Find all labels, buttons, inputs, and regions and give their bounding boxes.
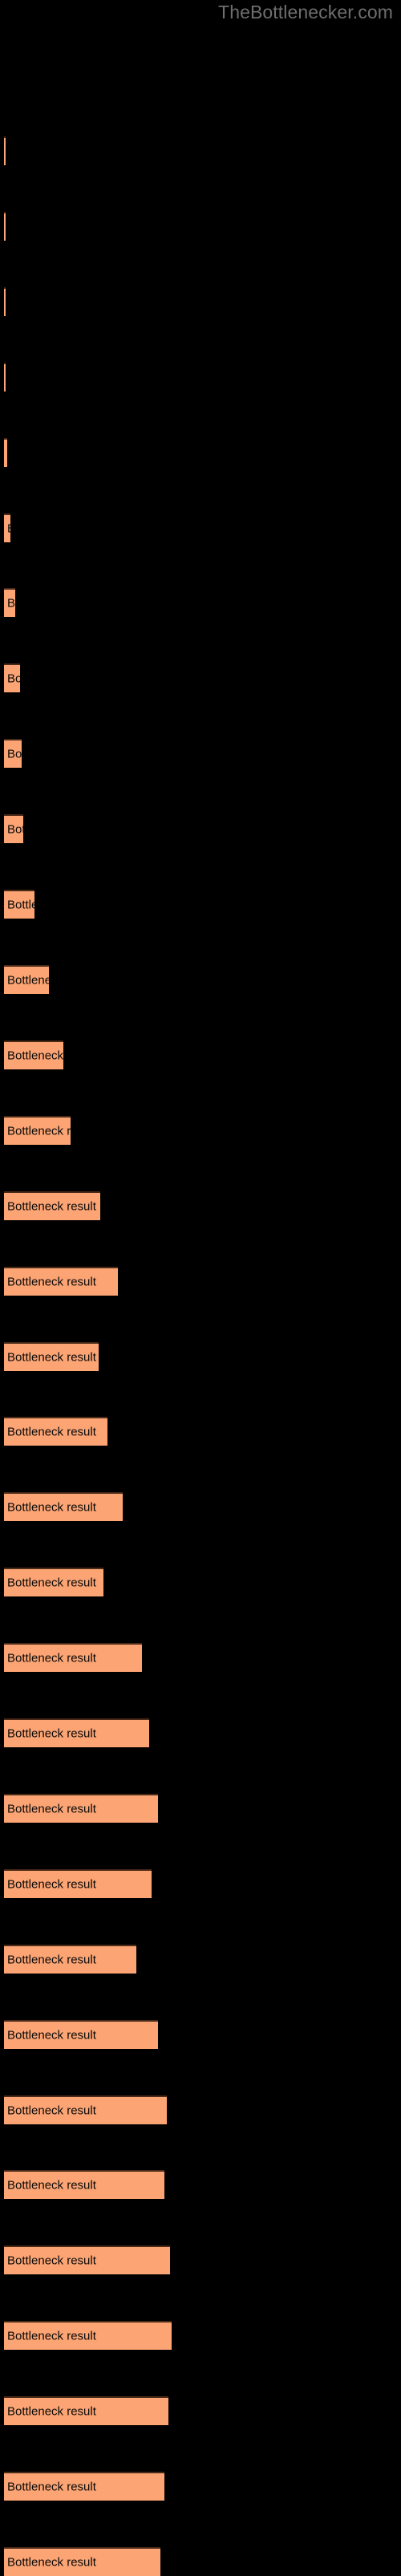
bar[interactable]: Bottleneck result	[4, 1191, 100, 1220]
bar-label: Bottleneck result	[7, 2253, 96, 2268]
bar[interactable]: Bottleneck result	[4, 513, 10, 542]
bar[interactable]: Bottleneck result	[4, 1868, 152, 1898]
bar[interactable]: Bottleneck result	[4, 136, 6, 165]
bar[interactable]: Bottleneck result	[4, 1115, 71, 1145]
bar[interactable]: Bottleneck result	[4, 663, 20, 693]
bar[interactable]: Bottleneck result	[4, 2170, 164, 2200]
bar[interactable]: Bottleneck result	[4, 1793, 158, 1823]
bar[interactable]: Bottleneck result	[4, 2019, 158, 2049]
chart-page: TheBottlenecker.com Bottleneck resultBot…	[0, 0, 401, 2576]
bar[interactable]: Bottleneck result	[4, 1266, 118, 1296]
bar[interactable]: Bottleneck result	[4, 739, 22, 769]
bar-label: Bottleneck result	[7, 596, 15, 611]
bar-label: Bottleneck result	[7, 898, 34, 912]
bar[interactable]: Bottleneck result	[4, 964, 49, 994]
bar[interactable]: Bottleneck result	[4, 2095, 167, 2124]
bar[interactable]: Bottleneck result	[4, 286, 6, 316]
bar-label: Bottleneck result	[7, 747, 22, 761]
bar-label: Bottleneck result	[7, 2404, 96, 2419]
bar[interactable]: Bottleneck result	[4, 1944, 136, 1974]
bar[interactable]: Bottleneck result	[4, 2472, 164, 2501]
bar-label: Bottleneck result	[7, 2178, 96, 2193]
bar-label: Bottleneck result	[7, 2329, 96, 2343]
bar[interactable]: Bottleneck result	[4, 890, 34, 919]
bar[interactable]: Bottleneck result	[4, 1718, 149, 1748]
bar-label: Bottleneck result	[7, 822, 23, 837]
bar[interactable]: Bottleneck result	[4, 2396, 168, 2426]
bar[interactable]: Bottleneck result	[4, 362, 6, 391]
bar-label: Bottleneck result	[7, 973, 49, 988]
bar-label: Bottleneck result	[7, 1802, 96, 1816]
bar-label: Bottleneck result	[7, 1425, 96, 1439]
bar[interactable]: Bottleneck result	[4, 2547, 160, 2576]
bar-label: Bottleneck result	[7, 2103, 96, 2118]
bar[interactable]: Bottleneck result	[4, 2245, 170, 2275]
bar-label: Bottleneck result	[7, 1500, 96, 1515]
bar-label: Bottleneck result	[7, 1350, 96, 1364]
bar[interactable]: Bottleneck result	[4, 211, 6, 241]
bar-label: Bottleneck result	[7, 1049, 63, 1063]
bar-label: Bottleneck result	[7, 1576, 96, 1590]
bar-label: Bottleneck result	[7, 1275, 96, 1289]
bar[interactable]: Bottleneck result	[4, 1643, 142, 1673]
bar-label: Bottleneck result	[7, 521, 10, 535]
bar[interactable]: Bottleneck result	[4, 1040, 63, 1069]
bar[interactable]: Bottleneck result	[4, 588, 15, 618]
bar-label: Bottleneck result	[7, 2028, 96, 2043]
bar[interactable]: Bottleneck result	[4, 1568, 103, 1597]
bar-label: Bottleneck result	[7, 1124, 71, 1138]
bar-chart-plot-area: Bottleneck result Bottleneck result Bottle…	[0, 0, 401, 2576]
bar[interactable]: Bottleneck result	[4, 814, 23, 844]
bar-label: Bottleneck result	[7, 1877, 96, 1892]
bar-label: Bottleneck result	[7, 671, 20, 686]
bar-label: Bottleneck result	[7, 2480, 96, 2494]
bar[interactable]: Bottleneck result	[4, 1492, 123, 1522]
bar-label: Bottleneck result	[7, 1726, 96, 1741]
bar[interactable]: Bottleneck result	[4, 1341, 99, 1371]
bar[interactable]: Bottleneck result	[4, 2321, 172, 2351]
bar-label: Bottleneck result	[7, 1953, 96, 1967]
bar-label: Bottleneck result	[7, 1651, 96, 1665]
bar-label: Bottleneck result	[7, 1199, 96, 1214]
bar[interactable]: Bottleneck result	[4, 437, 7, 467]
bar[interactable]: Bottleneck result	[4, 1417, 107, 1446]
